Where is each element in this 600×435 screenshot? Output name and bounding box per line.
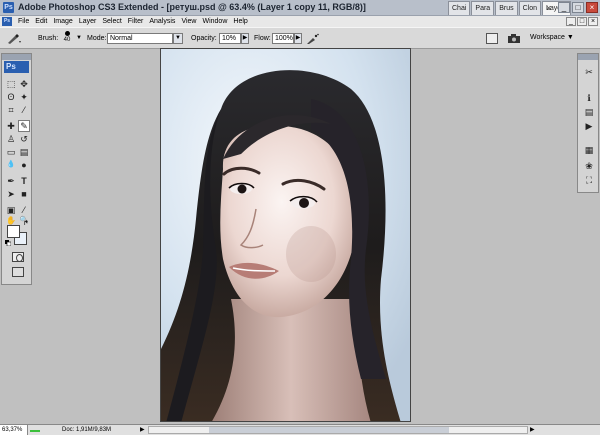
options-bar: Brush: 40 ▼ Mode: Normal ▼ Opacity: 10% …	[0, 27, 600, 49]
panel-close-icon[interactable]: ×	[546, 3, 551, 13]
move-tool-icon[interactable]: ✥	[18, 78, 30, 90]
portrait-photo	[161, 49, 410, 421]
document-controls: _ □ ×	[565, 17, 598, 26]
flow-label: Flow:	[254, 35, 271, 42]
menu-analysis[interactable]: Analysis	[146, 18, 178, 25]
menu-filter[interactable]: Filter	[125, 18, 147, 25]
panel-tabs: Chai Para Brus Clon Layers	[448, 1, 572, 15]
photoshop-logo: Ps	[4, 61, 29, 73]
transform-panel-icon[interactable]: ⛶	[583, 174, 595, 186]
minimize-button[interactable]: _	[558, 2, 570, 13]
doc-close-button[interactable]: ×	[588, 17, 598, 26]
tab-clone-source[interactable]: Clon	[518, 1, 542, 15]
window-controls: _ □ ×	[556, 2, 598, 13]
workspace-menu[interactable]: Workspace ▼	[530, 34, 574, 41]
crop-tool-icon[interactable]: ⌗	[5, 104, 17, 116]
zoom-level-field[interactable]: 63,37%	[0, 425, 28, 435]
doc-restore-button[interactable]: □	[577, 17, 587, 26]
healing-brush-tool-icon[interactable]: ✚	[5, 120, 17, 132]
scrollbar-thumb[interactable]	[209, 427, 449, 433]
mode-dropdown-icon[interactable]: ▼	[173, 33, 183, 44]
menu-layer[interactable]: Layer	[76, 18, 100, 25]
tab-character[interactable]: Chai	[448, 1, 471, 15]
camera-icon[interactable]	[507, 33, 521, 44]
pen-tool-icon[interactable]: ✒	[5, 175, 17, 187]
panel-dock-grip[interactable]	[578, 54, 598, 60]
brush-preset-picker[interactable]: 40	[60, 30, 74, 48]
document-icon[interactable]: Ps	[2, 17, 12, 26]
tab-paragraph[interactable]: Para	[471, 1, 495, 15]
status-menu-arrow-icon[interactable]: ▶	[140, 425, 145, 435]
menu-select[interactable]: Select	[99, 18, 124, 25]
mode-label: Mode:	[87, 35, 107, 42]
dodge-tool-icon[interactable]: ●	[18, 159, 30, 171]
menu-window[interactable]: Window	[199, 18, 230, 25]
actions-panel-icon[interactable]: ▶	[583, 120, 595, 132]
document-size-info: Doc: 1,91M/9,83M	[62, 427, 112, 433]
path-selection-tool-icon[interactable]: ➤	[5, 188, 17, 200]
lasso-tool-icon[interactable]: ʘ	[5, 91, 17, 103]
document-canvas[interactable]	[160, 48, 411, 422]
toolbox: Ps ⬚ ✥ ʘ ✦ ⌗ ⁄ ✚ ✎ ♙ ↺ ▭ ▤ 💧 ● ✒ T ➤ ■ ▣…	[1, 53, 32, 285]
type-tool-icon[interactable]: T	[18, 175, 30, 187]
gradient-tool-icon[interactable]: ▤	[18, 146, 30, 158]
shape-tool-icon[interactable]: ■	[18, 188, 30, 200]
brush-tool-icon[interactable]	[6, 33, 22, 45]
menu-help[interactable]: Help	[230, 18, 250, 25]
title-bar: Ps Adobe Photoshop CS3 Extended - [ретуш…	[0, 0, 600, 16]
clone-stamp-tool-icon[interactable]: ♙	[5, 133, 17, 145]
palette-well-icon[interactable]	[486, 33, 498, 44]
color-panel-icon[interactable]: ❀	[583, 160, 595, 172]
brush-tool-selected-icon[interactable]: ✎	[18, 120, 30, 132]
opacity-input[interactable]: 10%	[219, 33, 241, 44]
opacity-label: Opacity:	[191, 35, 217, 42]
foreground-color-swatch[interactable]	[7, 225, 20, 238]
quick-mask-icon[interactable]	[12, 252, 24, 262]
menu-image[interactable]: Image	[50, 18, 75, 25]
swap-colors-icon[interactable]: ↱	[23, 219, 29, 227]
status-bar: 63,37% Doc: 1,91M/9,83M ▶ ▶	[0, 424, 600, 435]
photoshop-app-icon: Ps	[3, 2, 14, 13]
magic-wand-tool-icon[interactable]: ✦	[18, 91, 30, 103]
toolbox-grip[interactable]	[2, 54, 31, 60]
scroll-right-arrow-icon[interactable]: ▶	[530, 425, 535, 435]
default-colors-icon[interactable]	[5, 240, 11, 246]
close-button[interactable]: ×	[586, 2, 598, 13]
history-brush-tool-icon[interactable]: ↺	[18, 133, 30, 145]
panel-dock: ✂ ℹ ▤ ▶ ▦ ❀ ⛶	[577, 53, 599, 193]
mode-select[interactable]: Normal	[107, 33, 173, 44]
menu-view[interactable]: View	[178, 18, 199, 25]
menu-bar: Ps File Edit Image Layer Select Filter A…	[0, 16, 600, 27]
airbrush-icon[interactable]	[306, 33, 319, 45]
brush-dropdown-icon[interactable]: ▼	[76, 35, 82, 41]
blur-tool-icon[interactable]: 💧	[5, 159, 17, 171]
slice-tool-icon[interactable]: ⁄	[18, 104, 30, 116]
brush-tip-icon	[64, 31, 70, 36]
flow-input[interactable]: 100%	[272, 33, 294, 44]
doc-minimize-button[interactable]: _	[566, 17, 576, 26]
brush-label: Brush:	[38, 35, 59, 42]
opacity-arrow-icon[interactable]: ▶	[241, 33, 249, 44]
horizontal-scrollbar[interactable]	[148, 426, 528, 434]
brush-size: 40	[63, 37, 71, 43]
tools-panel-icon[interactable]: ✂	[583, 66, 595, 78]
info-panel-icon[interactable]: ℹ	[583, 92, 595, 104]
menu-file[interactable]: File	[15, 18, 32, 25]
navigator-panel-icon[interactable]: ▦	[583, 144, 595, 156]
flow-arrow-icon[interactable]: ▶	[294, 33, 302, 44]
screen-mode-icon[interactable]	[12, 267, 24, 277]
maximize-button[interactable]: □	[572, 2, 584, 13]
marquee-tool-icon[interactable]: ⬚	[5, 78, 17, 90]
history-panel-icon[interactable]: ▤	[583, 106, 595, 118]
status-indicator	[30, 430, 40, 432]
menu-edit[interactable]: Edit	[32, 18, 50, 25]
window-title: Adobe Photoshop CS3 Extended - [ретуш.ps…	[18, 2, 366, 12]
tab-brushes[interactable]: Brus	[495, 1, 518, 15]
eraser-tool-icon[interactable]: ▭	[5, 146, 17, 158]
